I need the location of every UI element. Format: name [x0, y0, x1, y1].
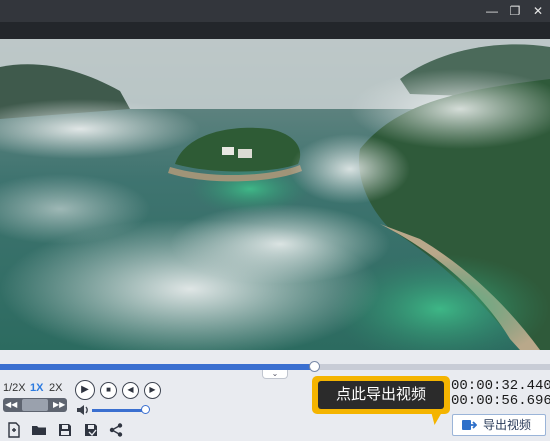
total-duration: 00:00:56.696: [451, 393, 550, 409]
save-icon[interactable]: [57, 422, 73, 438]
export-video-icon: [461, 418, 478, 432]
export-video-label: 导出视频: [483, 418, 532, 432]
rewind-icon[interactable]: ◀◀: [5, 398, 17, 412]
export-hint-callout: 点此导出视频: [312, 376, 450, 414]
jog-thumb[interactable]: [22, 399, 48, 411]
player-controls: ⌄ 1/2X 1X 2X ◀◀ ▶▶ ▶ ■ ◀ ▶ 点此导出视频 00:00:…: [0, 350, 550, 441]
window-titlebar: — ❐ ✕: [0, 0, 550, 22]
speed-double-option[interactable]: 2X: [49, 381, 62, 395]
volume-level: [92, 409, 146, 412]
video-preview[interactable]: [0, 39, 550, 350]
speed-half-option[interactable]: 1/2X: [3, 381, 26, 395]
video-frame-image: [0, 39, 550, 350]
export-video-button[interactable]: 导出视频: [452, 414, 546, 436]
fast-forward-icon[interactable]: ▶▶: [53, 398, 65, 412]
current-time: 00:00:32.440: [451, 378, 550, 394]
volume-slider[interactable]: [92, 405, 151, 414]
open-folder-icon[interactable]: [31, 422, 47, 438]
file-toolbar: [0, 420, 140, 440]
seek-handle[interactable]: [309, 361, 321, 372]
prev-frame-icon[interactable]: ◀: [122, 382, 139, 399]
menu-strip: [0, 22, 550, 39]
speed-normal-option[interactable]: 1X: [30, 381, 43, 395]
callout-pointer: [424, 413, 442, 425]
save-as-icon[interactable]: [83, 422, 99, 438]
volume-icon[interactable]: [76, 404, 90, 416]
collapse-toggle[interactable]: ⌄: [262, 370, 288, 379]
next-frame-icon[interactable]: ▶: [144, 382, 161, 399]
close-icon[interactable]: ✕: [530, 3, 546, 19]
jog-slider[interactable]: ◀◀ ▶▶: [3, 398, 67, 412]
minimize-icon[interactable]: —: [484, 3, 500, 19]
export-hint-text: 点此导出视频: [318, 381, 444, 409]
stop-icon[interactable]: ■: [100, 382, 117, 399]
share-icon[interactable]: [108, 422, 124, 438]
play-icon[interactable]: ▶: [75, 380, 95, 400]
volume-handle[interactable]: [141, 405, 151, 414]
new-file-icon[interactable]: [6, 422, 22, 438]
restore-icon[interactable]: ❐: [507, 3, 523, 19]
